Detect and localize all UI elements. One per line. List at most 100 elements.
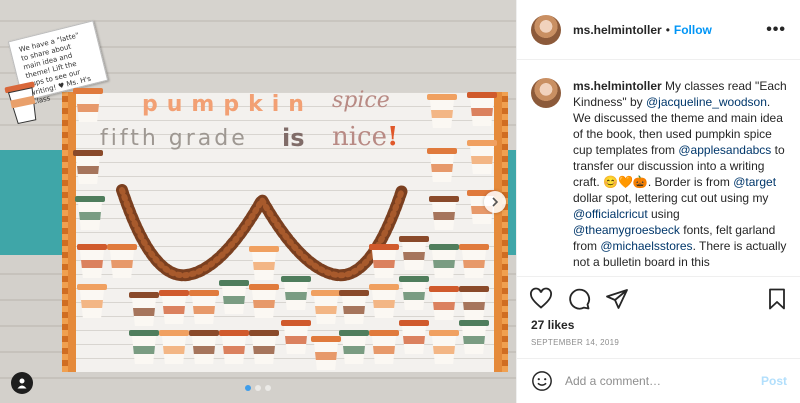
coffee-cup-craft [107, 244, 137, 278]
cup-lid [73, 88, 103, 94]
cup-body [222, 286, 246, 314]
cup-body [78, 202, 102, 230]
cup-lid [281, 276, 311, 282]
cup-body [372, 290, 396, 318]
cup-band [342, 346, 366, 354]
cup-band [162, 346, 186, 354]
cup-band [372, 300, 396, 308]
coffee-cup-craft [249, 284, 279, 318]
cup-lid [77, 244, 107, 250]
mention-link[interactable]: @applesandabcs [678, 143, 771, 157]
board-letters-fifth-grade: fifth grade [100, 126, 248, 151]
cup-lid [311, 336, 341, 342]
post-date[interactable]: SEPTEMBER 14, 2019 [531, 338, 619, 347]
coffee-cup-craft [339, 290, 369, 324]
cup-body [462, 326, 486, 354]
cup-band [284, 336, 308, 344]
cup-band [470, 156, 494, 164]
avatar[interactable] [531, 14, 561, 45]
cup-lid [219, 330, 249, 336]
mention-link[interactable]: @michaelsstores [600, 239, 692, 253]
cup-lid [467, 140, 497, 146]
cup-lid [107, 244, 137, 250]
cup-body [162, 296, 186, 324]
cup-band [252, 262, 276, 270]
user-icon [17, 378, 27, 389]
caption-avatar[interactable] [531, 78, 561, 108]
cup-band [470, 108, 494, 116]
cup-lid [77, 284, 107, 290]
cup-band [78, 212, 102, 220]
coffee-cup-craft [73, 150, 103, 184]
cup-band [192, 346, 216, 354]
cup-band [192, 306, 216, 314]
cup-lid [189, 330, 219, 336]
cup-body [470, 146, 494, 174]
cup-lid [249, 246, 279, 252]
cup-body [252, 336, 276, 364]
emoji-icon[interactable] [531, 370, 553, 392]
coffee-cup-craft [129, 292, 159, 326]
header-username[interactable]: ms.helmintoller [573, 23, 662, 37]
cup-lid [219, 280, 249, 286]
next-photo-button[interactable] [484, 191, 506, 213]
coffee-cup-craft [369, 284, 399, 318]
cup-lid [427, 148, 457, 154]
likes-count[interactable]: 27 likes [531, 318, 574, 332]
caption-username[interactable]: ms.helmintoller [573, 79, 662, 93]
comment-input[interactable] [565, 374, 761, 388]
coffee-cup-craft [459, 320, 489, 354]
mention-link[interactable]: @theamygroesbeck [573, 223, 680, 237]
tagged-users-button[interactable] [11, 372, 33, 394]
comment-icon[interactable] [567, 287, 591, 311]
mention-link[interactable]: @officialcricut [573, 207, 648, 221]
cup-lid [75, 196, 105, 202]
add-comment-bar: Post [517, 358, 800, 403]
coffee-cup-craft [189, 330, 219, 364]
coffee-cup-craft [311, 336, 341, 370]
coffee-cup-craft [399, 236, 429, 270]
share-icon[interactable] [605, 287, 629, 311]
cup-lid [399, 320, 429, 326]
cup-lid [249, 284, 279, 290]
coffee-cup-craft [429, 330, 459, 364]
caption-segment: dollar spot, lettering cut out using my [573, 191, 769, 205]
cup-band [252, 300, 276, 308]
cup-body [432, 336, 456, 364]
mention-link[interactable]: @jacqueline_woodson [646, 95, 767, 109]
header-separator: • [665, 22, 670, 37]
cup-body [462, 292, 486, 320]
cup-body [76, 156, 100, 184]
follow-button[interactable]: Follow [674, 23, 712, 37]
coffee-cup-craft [281, 276, 311, 310]
coffee-cup-craft [399, 320, 429, 354]
caption-area: ms.helmintoller My classes read "Each Ki… [517, 60, 800, 276]
cup-body [402, 282, 426, 310]
cup-body [192, 336, 216, 364]
coffee-cup-craft [159, 290, 189, 324]
board-letters-bang: ! [387, 122, 399, 152]
post-comment-button[interactable]: Post [761, 374, 787, 388]
bookmark-icon[interactable] [765, 287, 789, 311]
caption-text: ms.helmintoller My classes read "Each Ki… [573, 78, 787, 276]
coffee-cup-craft [427, 94, 457, 128]
cup-body [372, 250, 396, 278]
coffee-cup-craft [399, 276, 429, 310]
board-letters-nice-word: nice [332, 122, 388, 152]
coffee-cup-craft [73, 88, 103, 122]
cup-body [80, 250, 104, 278]
coffee-cup-craft [467, 92, 497, 126]
coffee-cup-craft [281, 320, 311, 354]
cup-band [462, 260, 486, 268]
cup-band [222, 296, 246, 304]
mention-link[interactable]: @target [733, 175, 776, 189]
cup-band [462, 302, 486, 310]
heart-icon[interactable] [529, 287, 553, 311]
post-photo[interactable]: We have a "latte" to share about main id… [0, 0, 516, 403]
caption-body: My classes read "Each Kindness" by @jacq… [573, 79, 787, 269]
board-letters-is: is [282, 124, 305, 152]
cup-lid [429, 286, 459, 292]
more-options-button[interactable]: ••• [766, 21, 786, 39]
cup-band [430, 110, 454, 118]
cup-band [110, 260, 134, 268]
